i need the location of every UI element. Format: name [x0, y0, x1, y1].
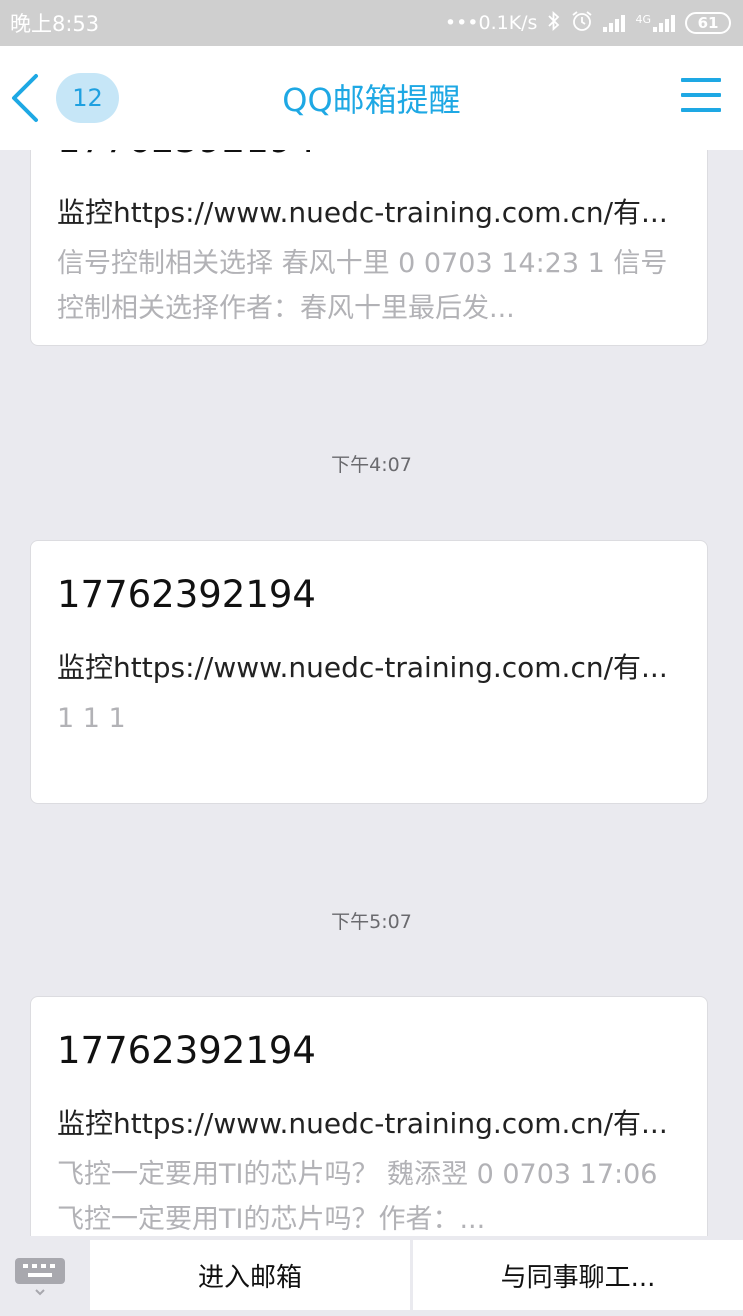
app-header: 12 QQ邮箱提醒 — [0, 46, 743, 150]
hamburger-icon-line — [681, 108, 721, 112]
signal-icon — [603, 14, 626, 32]
bluetooth-icon — [547, 10, 561, 36]
message-list[interactable]: 17762392194 监控https://www.nuedc-training… — [0, 150, 743, 1236]
status-bar: 晚上8:53 •••0.1K/s 4G 61 — [0, 0, 743, 46]
message-snippet: 信号控制相关选择 春风十里 0 0703 14:23 1 信号控制相关选择作者：… — [57, 248, 668, 324]
message-sender: 17762392194 — [57, 573, 316, 616]
hamburger-icon — [681, 78, 721, 82]
4g-signal-icon: 4G — [635, 14, 675, 32]
chat-with-colleague-button[interactable]: 与同事聊工... — [413, 1240, 743, 1310]
message-subject: 监控https://www.nuedc-training.com.cn/有... — [57, 651, 668, 684]
network-type: 4G — [635, 13, 651, 26]
status-time: 晚上8:53 — [10, 12, 100, 36]
menu-button[interactable] — [681, 78, 721, 114]
hamburger-icon-line — [681, 93, 721, 97]
timestamp: 下午5:07 — [331, 911, 412, 933]
network-speed-value: 0.1K/s — [478, 12, 538, 34]
keyboard-icon — [15, 1258, 65, 1296]
enter-mailbox-button[interactable]: 进入邮箱 — [90, 1240, 410, 1310]
status-indicators: •••0.1K/s 4G 61 — [445, 10, 731, 37]
message-sender: 17762392194 — [57, 1029, 316, 1072]
message-subject: 监控https://www.nuedc-training.com.cn/有... — [57, 196, 668, 229]
message-snippet: 1 1 1 — [57, 703, 126, 734]
message-subject: 监控https://www.nuedc-training.com.cn/有... — [57, 1107, 668, 1140]
back-button[interactable] — [6, 72, 50, 124]
message-card[interactable]: 17762392194 监控https://www.nuedc-training… — [30, 996, 708, 1236]
chevron-left-icon — [12, 74, 38, 122]
keyboard-toggle-button[interactable] — [14, 1252, 66, 1300]
timestamp: 下午4:07 — [331, 454, 412, 476]
unread-count-badge[interactable]: 12 — [56, 73, 119, 123]
battery-level: 61 — [697, 14, 719, 32]
message-snippet: 飞控一定要用TI的芯片吗？ 魏添翌 0 0703 17:06 飞控一定要用TI的… — [57, 1159, 658, 1235]
message-card[interactable]: 17762392194 监控https://www.nuedc-training… — [30, 540, 708, 804]
message-card[interactable]: 17762392194 监控https://www.nuedc-training… — [30, 150, 708, 346]
battery-icon: 61 — [685, 12, 731, 34]
bottom-toolbar: 进入邮箱 与同事聊工... — [0, 1236, 743, 1316]
network-speed: •••0.1K/s — [444, 12, 538, 34]
message-sender: 17762392194 — [57, 150, 316, 161]
alarm-icon — [571, 10, 593, 37]
